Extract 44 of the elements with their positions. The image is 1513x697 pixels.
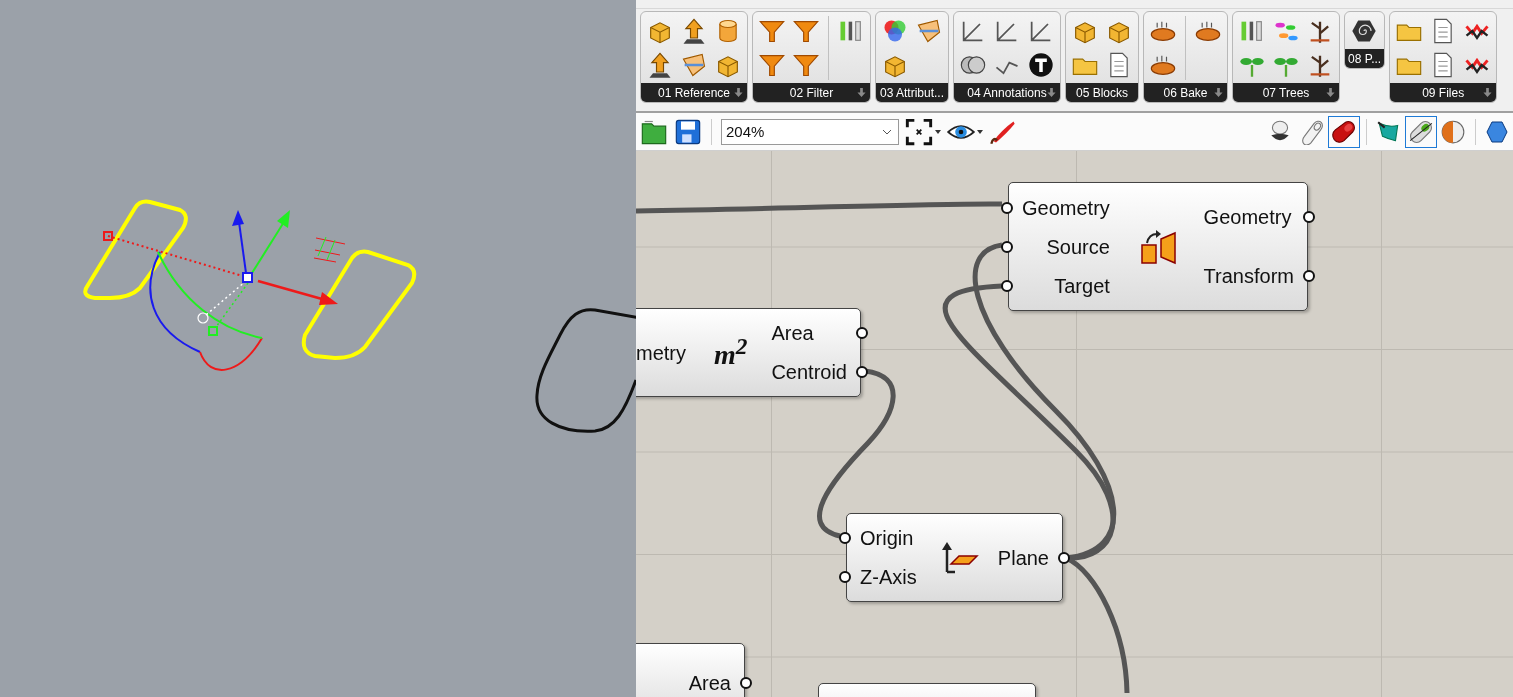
gizmo-drawing[interactable]: [103, 210, 346, 371]
view-mode-button[interactable]: [1328, 115, 1360, 148]
output-label: Area: [688, 672, 731, 694]
expand-icon[interactable]: [1483, 88, 1493, 97]
input-label: Source: [1046, 235, 1110, 258]
expand-icon[interactable]: [1326, 88, 1335, 97]
expand-icon[interactable]: [857, 88, 866, 97]
output-label: Centroid: [771, 360, 847, 383]
output-label: Transform: [1203, 264, 1294, 287]
input-port[interactable]: [839, 532, 851, 545]
node-canvas[interactable]: Geometry Source Target Geometry Transform metry m$^{2}$ Area Centroid Origin Z-Axis Plane Area: [636, 151, 1513, 697]
input-label: Target: [1054, 274, 1110, 297]
save-icon[interactable]: [674, 117, 702, 146]
input-port[interactable]: [1001, 279, 1013, 292]
wedge-icon[interactable]: [680, 51, 708, 79]
output-label: Plane: [997, 546, 1049, 569]
input-port[interactable]: [1001, 240, 1013, 253]
zoom-extents-icon[interactable]: [905, 117, 933, 146]
caret-icon[interactable]: [935, 129, 941, 134]
chevron-down-icon[interactable]: [882, 128, 892, 135]
view-mode-button[interactable]: [1405, 115, 1437, 148]
input-label: metry: [636, 341, 686, 364]
expand-icon[interactable]: [734, 88, 743, 97]
component-node[interactable]: [1008, 182, 1308, 311]
expand-icon[interactable]: [1214, 88, 1223, 97]
caret-icon[interactable]: [977, 129, 983, 134]
expand-icon[interactable]: [1047, 88, 1056, 97]
half-sphere-icon: [1440, 118, 1466, 145]
t-badge-icon[interactable]: [1027, 51, 1055, 79]
cylinder-icon: [1408, 118, 1434, 145]
input-label: Geometry: [1022, 196, 1110, 219]
input-label: Z-Axis: [860, 565, 917, 588]
output-label: Geometry: [1203, 206, 1292, 229]
cylinder-outline-icon: [1299, 118, 1325, 145]
hexagon-icon[interactable]: [1485, 119, 1509, 144]
zoom-dropdown[interactable]: 204%: [721, 118, 899, 145]
input-port[interactable]: [839, 570, 851, 583]
component-node[interactable]: [636, 308, 861, 397]
area-symbol: m$^{2}$: [713, 333, 748, 372]
wedge-icon[interactable]: [915, 17, 943, 45]
output-label: Area: [771, 322, 814, 345]
cylinder-icon: [1331, 118, 1357, 145]
component-node[interactable]: [846, 513, 1063, 602]
input-label: Origin: [860, 527, 914, 550]
